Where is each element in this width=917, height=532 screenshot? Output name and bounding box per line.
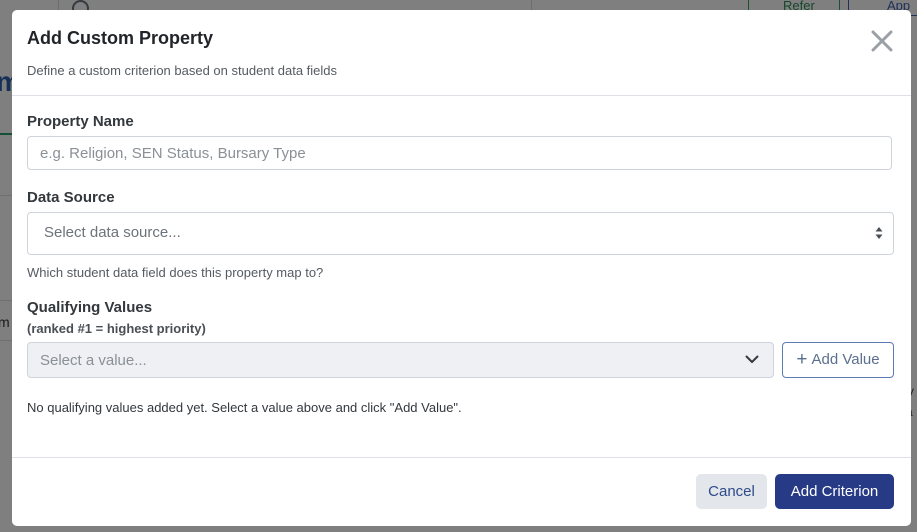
close-button[interactable] [868, 25, 896, 57]
qualifying-value-placeholder: Select a value... [40, 352, 147, 369]
modal-header: Add Custom Property Define a custom crit… [12, 10, 911, 96]
close-icon [871, 30, 893, 52]
modal-title: Add Custom Property [27, 28, 214, 48]
empty-values-message: No qualifying values added yet. Select a… [27, 400, 462, 415]
add-value-button[interactable]: + Add Value [782, 342, 894, 378]
modal-footer: Cancel Add Criterion [12, 457, 911, 526]
sort-arrows-icon [875, 227, 883, 239]
plus-icon: + [796, 349, 808, 370]
add-criterion-button[interactable]: Add Criterion [775, 474, 894, 509]
qualifying-values-sublabel: (ranked #1 = highest priority) [27, 321, 206, 336]
data-source-hint: Which student data field does this prope… [27, 265, 324, 280]
add-value-label: Add Value [811, 351, 880, 368]
qualifying-values-label: Qualifying Values [27, 299, 153, 316]
cancel-button[interactable]: Cancel [696, 474, 767, 509]
property-name-label: Property Name [27, 113, 134, 130]
modal-subtitle: Define a custom criterion based on stude… [27, 63, 338, 78]
data-source-selected-value: Select data source... [44, 224, 181, 241]
data-source-select[interactable]: Select data source... [27, 212, 894, 255]
add-custom-property-modal: Add Custom Property Define a custom crit… [12, 10, 911, 526]
property-name-input[interactable] [27, 136, 892, 170]
chevron-down-icon [745, 355, 759, 363]
data-source-label: Data Source [27, 189, 115, 206]
qualifying-value-select[interactable]: Select a value... [27, 342, 774, 378]
